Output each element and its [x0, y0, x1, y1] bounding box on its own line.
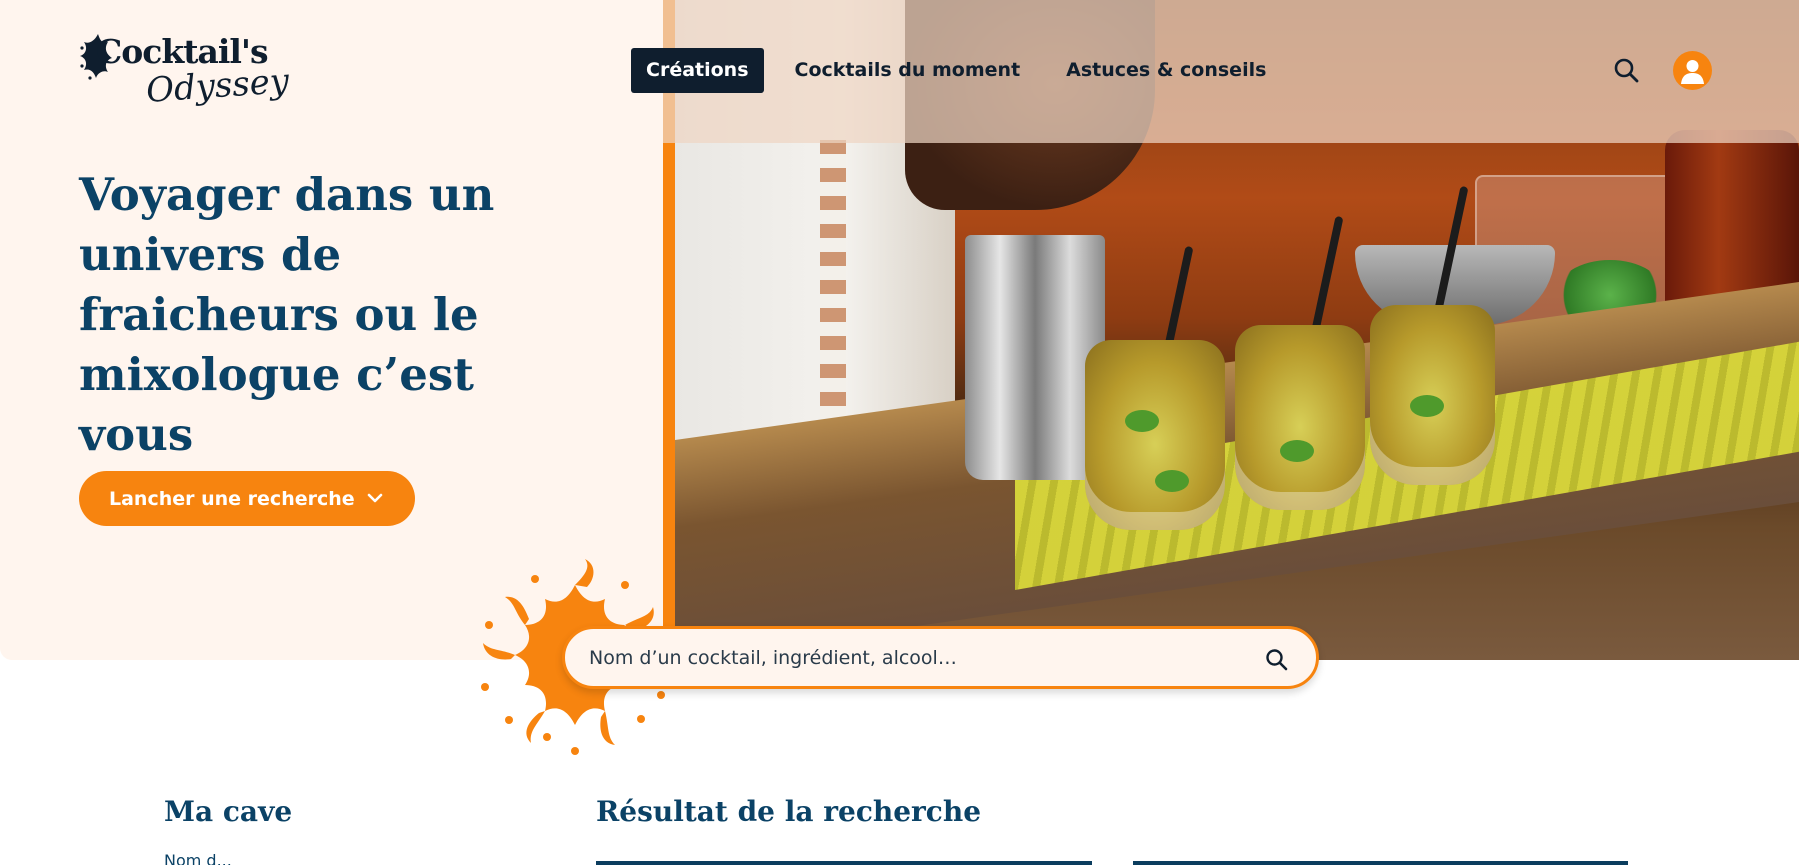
cellar-field-label: Nom d... [164, 851, 232, 865]
nav-item-astuces-conseils[interactable]: Astuces & conseils [1051, 48, 1281, 93]
search-bar [562, 626, 1319, 689]
main-nav: Créations Cocktails du moment Astuces & … [631, 48, 1297, 93]
logo[interactable]: Cocktail's Odyssey [78, 26, 291, 116]
nav-item-cocktails-du-moment[interactable]: Cocktails du moment [780, 48, 1036, 93]
search-input[interactable] [589, 646, 1229, 669]
chevron-down-icon [367, 493, 383, 503]
my-cellar-title: Ma cave [164, 795, 293, 828]
user-icon [1681, 60, 1704, 84]
search-icon[interactable] [1612, 56, 1642, 86]
hero-title: Voyager dans un univers de fraicheurs ou… [79, 168, 495, 461]
user-avatar[interactable] [1673, 51, 1712, 90]
launch-search-button[interactable]: Lancher une recherche [79, 471, 415, 526]
nav-item-creations[interactable]: Créations [631, 48, 764, 93]
search-icon[interactable] [1264, 647, 1290, 673]
launch-search-label: Lancher une recherche [109, 487, 355, 510]
logo-text-script: Odyssey [144, 61, 291, 111]
search-results-title: Résultat de la recherche [596, 795, 982, 828]
result-card[interactable] [596, 861, 1092, 865]
result-card[interactable] [1133, 861, 1628, 865]
